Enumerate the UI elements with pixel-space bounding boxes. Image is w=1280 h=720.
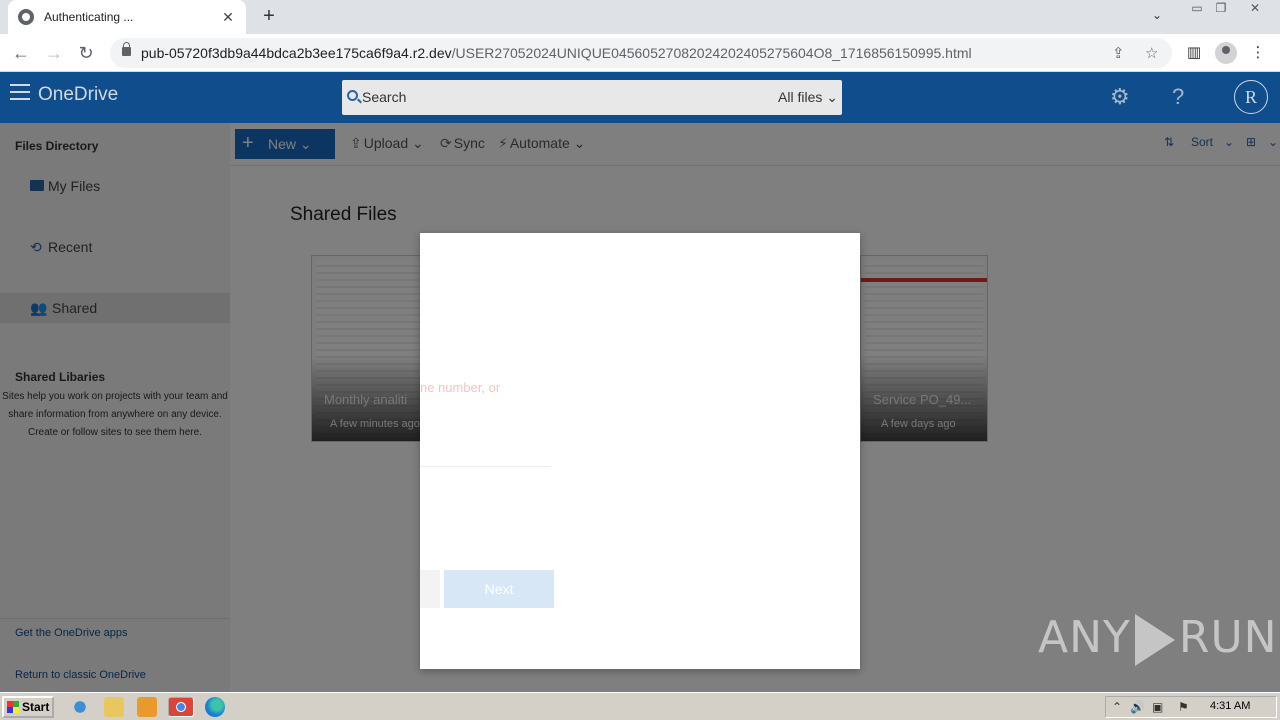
url-bar[interactable]: pub-05720f3db9a44bdca2b3ee175ca6f9a4.r2.…: [110, 38, 1172, 68]
anyrun-watermark: ANY RUN: [1038, 612, 1278, 666]
volume-icon[interactable]: 🔊: [1130, 700, 1145, 714]
hamburger-menu-icon[interactable]: [10, 84, 30, 100]
tab-search-chevron-icon[interactable]: ⌄: [1152, 8, 1162, 22]
menu-kebab-icon[interactable]: ⋮: [1248, 43, 1268, 63]
url-text[interactable]: pub-05720f3db9a44bdca2b3ee175ca6f9a4.r2.…: [141, 45, 972, 61]
search-scope-dropdown[interactable]: All files ⌄: [778, 89, 838, 106]
side-panel-icon[interactable]: ▥: [1184, 43, 1204, 63]
address-bar-row: ← → ↻ pub-05720f3db9a44bdca2b3ee175ca6f9…: [0, 34, 1280, 72]
onedrive-header: OneDrive Search All files ⌄ ⚙ ? R: [0, 72, 1280, 123]
edge-icon[interactable]: [205, 697, 225, 717]
chrome-icon[interactable]: [168, 697, 194, 717]
search-placeholder: Search: [362, 89, 407, 105]
tab-close-icon[interactable]: ✕: [220, 9, 236, 26]
flag-icon[interactable]: ⚑: [1178, 700, 1189, 714]
avatar[interactable]: R: [1234, 80, 1268, 114]
forward-icon[interactable]: →: [43, 42, 65, 64]
back-button[interactable]: [420, 570, 440, 608]
browser-tab[interactable]: Authenticating ... ✕: [8, 0, 246, 34]
bookmark-star-icon[interactable]: ☆: [1145, 44, 1158, 62]
email-field[interactable]: [420, 466, 551, 467]
lock-icon[interactable]: [122, 42, 131, 56]
profile-icon[interactable]: [1215, 42, 1237, 64]
network-icon[interactable]: ▣: [1152, 700, 1163, 714]
search-input[interactable]: Search All files ⌄: [342, 80, 842, 115]
help-icon[interactable]: ?: [1172, 84, 1184, 110]
share-icon[interactable]: ⇪: [1112, 44, 1125, 62]
settings-gear-icon[interactable]: ⚙: [1110, 84, 1130, 110]
new-tab-button[interactable]: +: [258, 6, 280, 28]
reload-icon[interactable]: ↻: [75, 42, 97, 64]
globe-icon: [18, 9, 34, 25]
onedrive-brand[interactable]: OneDrive: [38, 84, 118, 106]
system-tray: ⌃ 🔊 ▣ ⚑ 4:31 AM: [1105, 696, 1277, 718]
windows-flag-icon: [7, 701, 19, 713]
tab-title: Authenticating ...: [44, 10, 134, 24]
signin-modal: ne number, or Next: [420, 233, 860, 669]
signin-prompt: ne number, or: [420, 380, 501, 395]
minimize-icon[interactable]: ▭: [1186, 2, 1208, 16]
play-icon: [1134, 614, 1175, 666]
media-player-icon[interactable]: [137, 697, 157, 717]
browser-tab-strip: Authenticating ... ✕ + ⌄ ▭ ❐ ✕: [0, 0, 1280, 34]
back-icon[interactable]: ←: [10, 42, 32, 64]
clock[interactable]: 4:31 AM: [1210, 700, 1250, 712]
taskbar: Start ⌃ 🔊 ▣ ⚑ 4:31 AM: [0, 692, 1280, 720]
explorer-folder-icon[interactable]: [104, 697, 124, 717]
tray-expand-icon[interactable]: ⌃: [1112, 700, 1122, 714]
next-button[interactable]: Next: [444, 570, 554, 608]
ie-icon[interactable]: [70, 697, 90, 717]
close-window-icon[interactable]: ✕: [1244, 2, 1266, 16]
restore-icon[interactable]: ❐: [1210, 2, 1232, 16]
start-button[interactable]: Start: [2, 696, 54, 718]
search-icon: [347, 90, 358, 101]
